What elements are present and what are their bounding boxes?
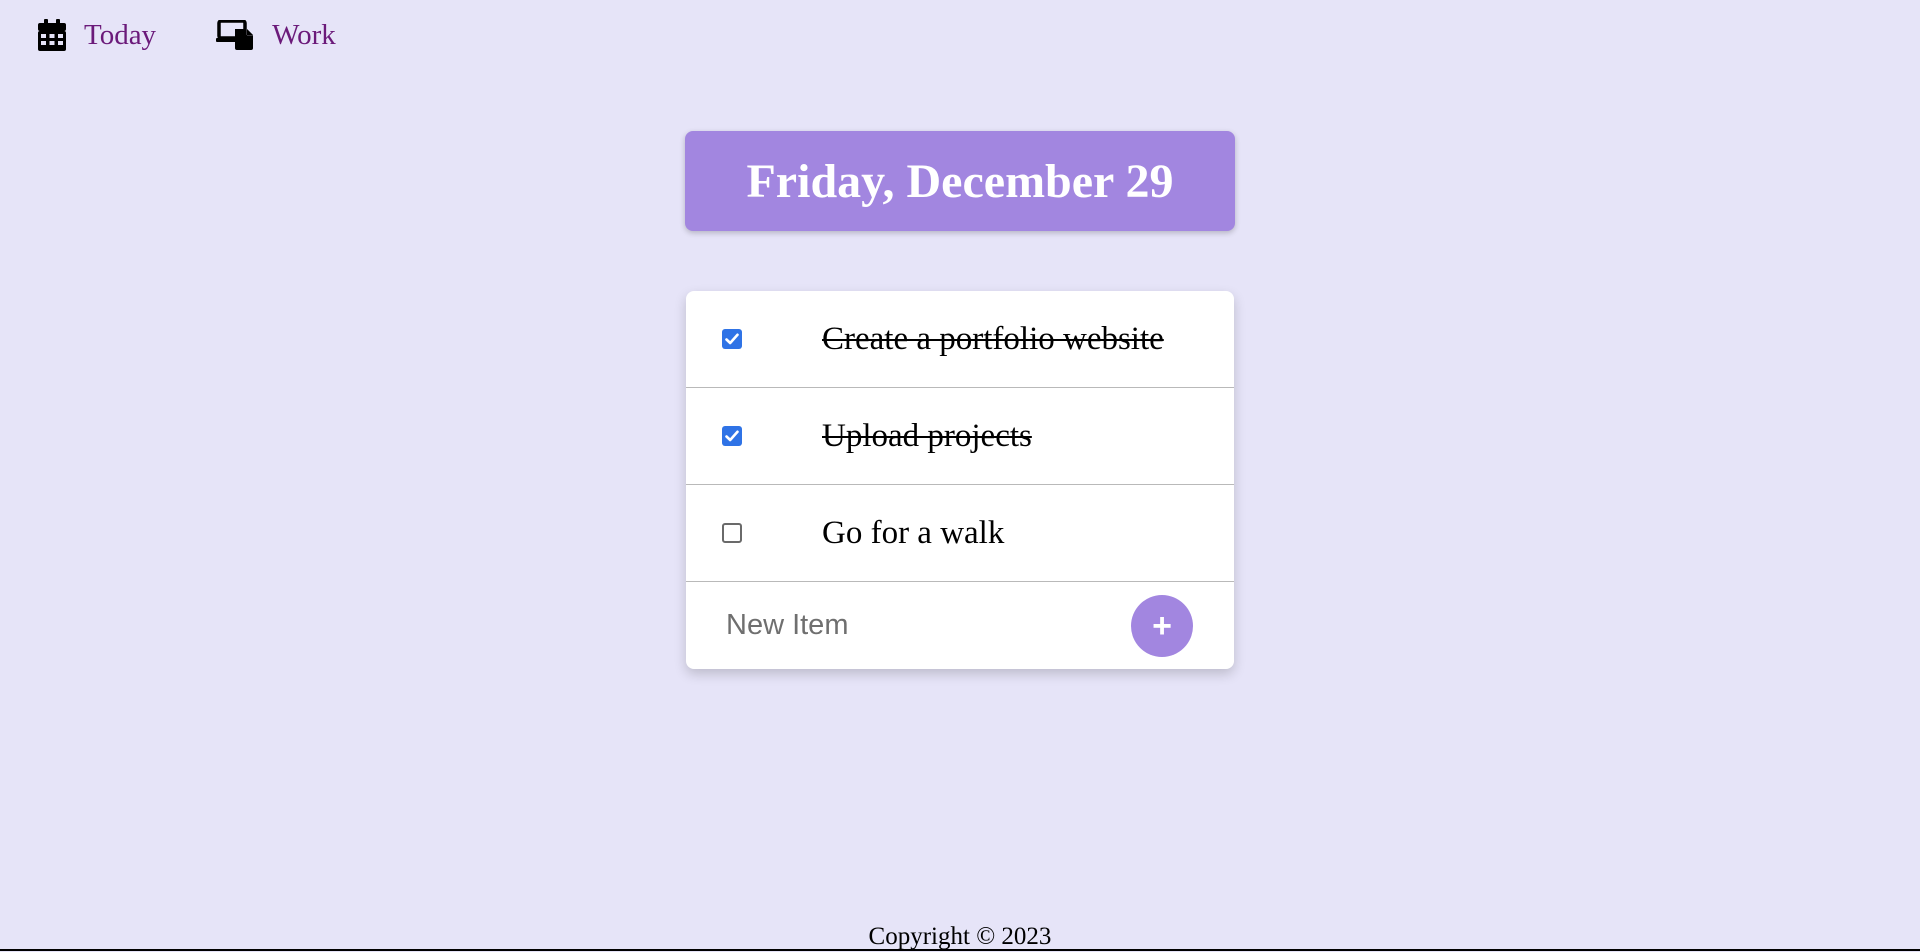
devices-icon (216, 20, 254, 50)
item-checkbox[interactable] (722, 329, 742, 349)
item-text: Upload projects (822, 417, 1032, 454)
top-nav: Today Work (0, 0, 336, 70)
list-item: Upload projects (686, 388, 1234, 485)
footer: Copyright © 2023 (0, 920, 1920, 951)
page-title: Friday, December 29 (746, 154, 1174, 208)
add-item-button[interactable]: + (1131, 595, 1193, 657)
list-item: Go for a walk (686, 485, 1234, 582)
date-heading-box: Friday, December 29 (685, 131, 1235, 231)
item-text: Go for a walk (822, 514, 1005, 551)
item-checkbox[interactable] (722, 426, 742, 446)
nav-label-work: Work (272, 18, 336, 51)
new-item-input[interactable] (726, 600, 1086, 650)
item-checkbox[interactable] (722, 523, 742, 543)
list-item: Create a portfolio website (686, 291, 1234, 388)
add-item-row: + (686, 582, 1234, 669)
calendar-icon (38, 19, 66, 51)
nav-link-work[interactable]: Work (216, 19, 336, 52)
copyright-text: Copyright © 2023 (868, 923, 1052, 950)
check-icon (725, 333, 739, 345)
nav-label-today: Today (84, 18, 157, 51)
check-icon (725, 430, 739, 442)
item-text: Create a portfolio website (822, 320, 1164, 357)
nav-link-today[interactable]: Today (38, 19, 156, 52)
todo-list: Create a portfolio website Upload projec… (686, 291, 1234, 669)
